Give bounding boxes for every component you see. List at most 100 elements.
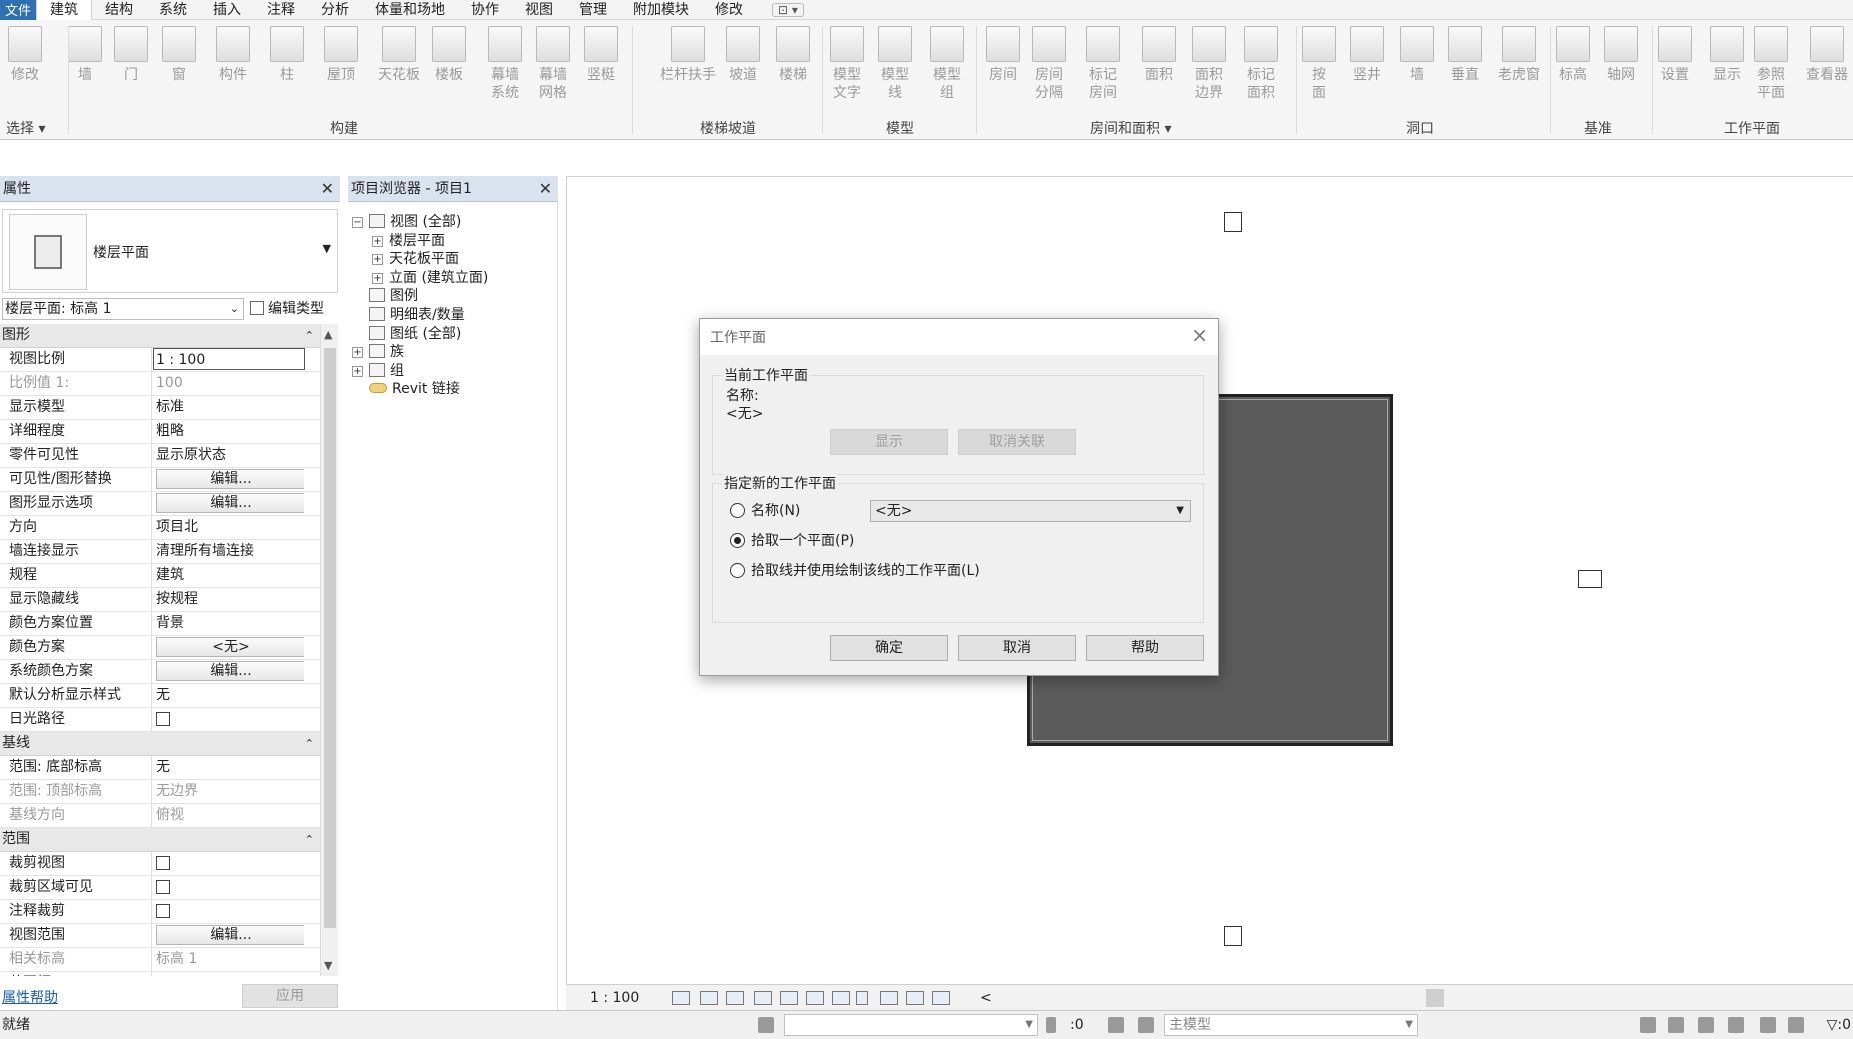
browser-node[interactable]: + 族 (352, 342, 404, 362)
expand-icon[interactable]: + (352, 347, 363, 359)
ribbon-tool-34[interactable]: 查看器 (1806, 26, 1848, 84)
ribbon-tool-0[interactable]: 修改 (8, 26, 42, 84)
main-model-icon[interactable] (1138, 1017, 1154, 1033)
ribbon-tool-18[interactable]: 房间 (986, 26, 1020, 84)
file-menu-button[interactable]: 文件 (0, 0, 36, 20)
select-by-face-icon[interactable] (1728, 1017, 1744, 1033)
property-value[interactable]: 显示原状态 (154, 444, 304, 467)
tab-3[interactable]: 插入 (200, 0, 254, 20)
collapse-icon[interactable]: ⌃ (305, 732, 314, 755)
ribbon-panel-0[interactable]: 选择 ▾ (6, 118, 45, 138)
ribbon-tool-20[interactable]: 标记 房间 (1086, 26, 1120, 102)
expand-icon[interactable]: − (352, 217, 363, 228)
property-group[interactable]: 基线 ⌃ (0, 732, 320, 756)
radio-pick-line[interactable]: 拾取线并使用绘制该线的工作平面(L) (730, 562, 980, 580)
ribbon-tool-26[interactable]: 墙 (1400, 26, 1434, 84)
filter-count[interactable]: ▽:0 (1827, 1011, 1851, 1039)
shadows-icon[interactable] (754, 991, 772, 1005)
ribbon-tool-28[interactable]: 老虎窗 (1498, 26, 1540, 84)
ribbon-tool-12[interactable]: 栏杆扶手 (660, 26, 716, 84)
contextual-tab-toggle[interactable]: ⊡ ▾ (772, 2, 804, 17)
checkbox[interactable] (156, 904, 170, 918)
ribbon-tool-8[interactable]: 楼板 (432, 26, 466, 84)
ok-button[interactable]: 确定 (830, 635, 948, 661)
plane-name-select[interactable]: <无> ▼ (870, 500, 1191, 522)
view-scale[interactable]: 1 : 100 (590, 985, 639, 1011)
ribbon-tool-13[interactable]: 坡道 (726, 26, 760, 84)
scroll-left-icon[interactable]: < (980, 985, 992, 1011)
property-value[interactable]: 无 (154, 972, 304, 976)
browser-node[interactable]: + 立面 (建筑立面) (372, 268, 488, 288)
ribbon-tool-6[interactable]: 屋顶 (324, 26, 358, 84)
property-group[interactable]: 范围 ⌃ (0, 828, 320, 852)
tab-0[interactable]: 建筑 (36, 0, 92, 20)
browser-node[interactable]: 图例 (352, 286, 418, 306)
workset-dropdown[interactable]: ▼ (784, 1014, 1038, 1036)
ribbon-tool-25[interactable]: 竖井 (1350, 26, 1384, 84)
sun-path-icon[interactable] (726, 991, 744, 1005)
ribbon-tool-1[interactable]: 墙 (68, 26, 102, 84)
ribbon-tool-23[interactable]: 标记 面积 (1244, 26, 1278, 102)
editable-only-icon[interactable] (1046, 1017, 1056, 1033)
browser-node[interactable]: + 组 (352, 361, 404, 381)
tab-5[interactable]: 分析 (308, 0, 362, 20)
ribbon-tool-4[interactable]: 构件 (216, 26, 250, 84)
property-edit-button[interactable]: 编辑... (156, 925, 304, 945)
tab-6[interactable]: 体量和场地 (362, 0, 458, 20)
select-underlay-icon[interactable] (1668, 1017, 1684, 1033)
ribbon-tool-15[interactable]: 模型 文字 (830, 26, 864, 102)
collapse-icon[interactable]: ⌃ (305, 324, 314, 347)
design-option-icon[interactable] (1108, 1017, 1124, 1033)
checkbox[interactable] (156, 880, 170, 894)
collapse-icon[interactable]: ⌃ (305, 828, 314, 851)
property-value[interactable]: 编辑... (154, 924, 304, 947)
background-process-icon[interactable] (1788, 1017, 1804, 1033)
elevation-marker-east[interactable] (1578, 570, 1602, 588)
ribbon-tool-29[interactable]: 标高 (1556, 26, 1590, 84)
property-value[interactable]: 无 (154, 756, 304, 779)
tab-11[interactable]: 修改 (702, 0, 756, 20)
property-value[interactable]: 无 (154, 684, 304, 707)
ribbon-tool-30[interactable]: 轴网 (1604, 26, 1638, 84)
ribbon-tool-19[interactable]: 房间 分隔 (1032, 26, 1066, 102)
ribbon-tool-14[interactable]: 楼梯 (776, 26, 810, 84)
ribbon-tool-32[interactable]: 显示 (1710, 26, 1744, 84)
property-value[interactable] (154, 900, 304, 923)
property-edit-button[interactable]: <无> (156, 637, 304, 657)
property-value[interactable]: 编辑... (154, 492, 304, 515)
show-button[interactable]: 显示 (830, 429, 948, 455)
chevron-down-icon[interactable]: ▼ (323, 242, 331, 255)
property-value[interactable]: 粗略 (154, 420, 304, 443)
unlock-3d-icon[interactable] (832, 991, 850, 1005)
radio-button[interactable] (730, 503, 745, 518)
scroll-down-icon[interactable]: ▼ (324, 959, 332, 972)
expand-icon[interactable]: + (372, 272, 383, 284)
property-value[interactable] (154, 876, 304, 899)
ribbon-tool-33[interactable]: 参照 平面 (1754, 26, 1788, 102)
cancel-button[interactable]: 取消 (958, 635, 1076, 661)
select-links-icon[interactable] (1640, 1017, 1656, 1033)
property-value[interactable]: 编辑... (154, 468, 304, 491)
tab-9[interactable]: 管理 (566, 0, 620, 20)
detail-level-icon[interactable] (672, 991, 690, 1005)
ribbon-tool-22[interactable]: 面积 边界 (1192, 26, 1226, 102)
scrollbar-thumb[interactable] (324, 348, 336, 928)
radio-name[interactable]: 名称(N) (730, 502, 800, 520)
radio-pick-plane[interactable]: 拾取一个平面(P) (730, 532, 854, 550)
design-option-dropdown[interactable]: 主模型 ▼ (1164, 1014, 1418, 1036)
instance-filter-dropdown[interactable]: 楼层平面: 标高 1 ⌄ (2, 298, 244, 320)
workset-icon[interactable] (758, 1017, 774, 1033)
reveal-hidden-icon[interactable] (880, 991, 898, 1005)
ribbon-tool-5[interactable]: 柱 (270, 26, 304, 84)
scroll-up-icon[interactable]: ▲ (324, 328, 332, 341)
help-button[interactable]: 帮助 (1086, 635, 1204, 661)
ribbon-tool-16[interactable]: 模型 线 (878, 26, 912, 102)
show-crop-icon[interactable] (806, 991, 824, 1005)
property-value[interactable]: 建筑 (154, 564, 304, 587)
ribbon-tool-2[interactable]: 门 (114, 26, 148, 84)
temp-hide-icon[interactable] (856, 991, 868, 1005)
browser-node[interactable]: + 天花板平面 (372, 249, 459, 269)
property-edit-button[interactable]: 编辑... (156, 661, 304, 681)
hide-analytical-icon[interactable] (932, 991, 950, 1005)
select-pinned-icon[interactable] (1698, 1017, 1714, 1033)
